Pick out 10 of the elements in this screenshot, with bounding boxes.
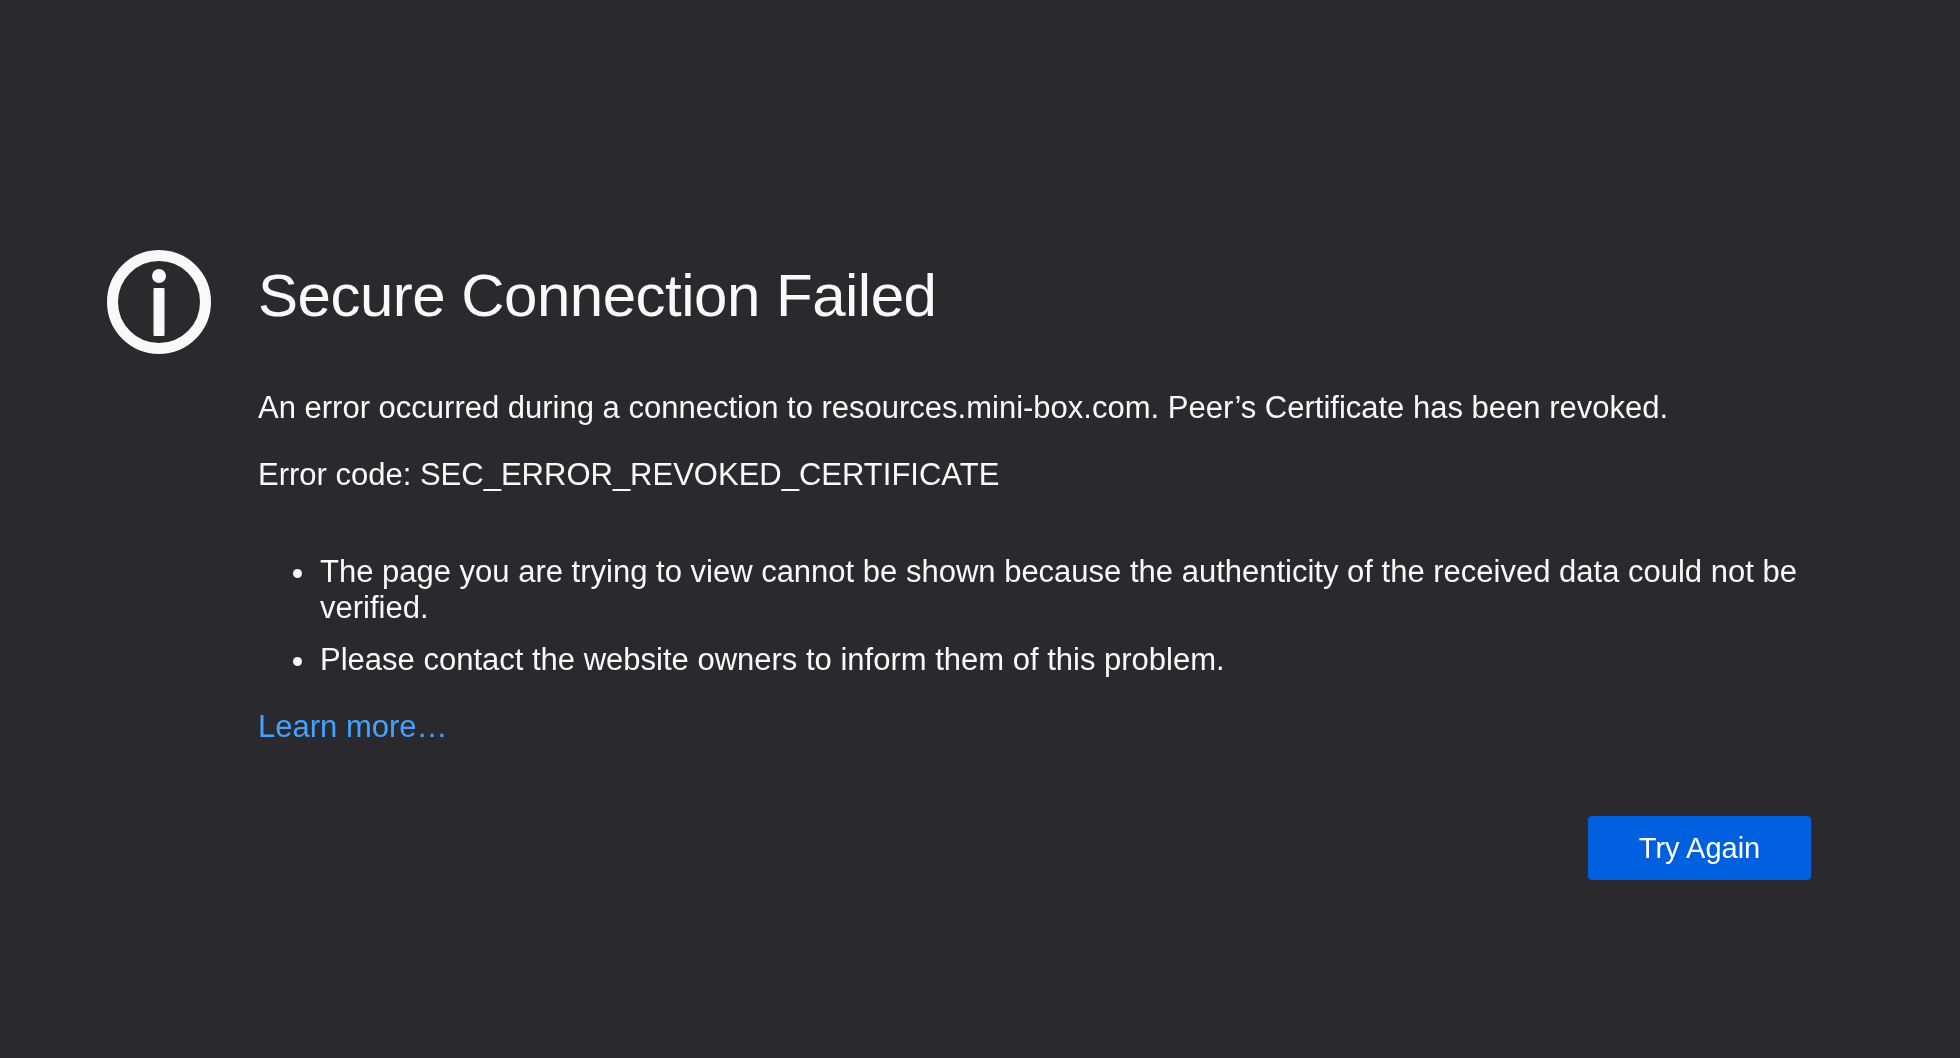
info-icon bbox=[107, 250, 211, 354]
detail-text: The page you are trying to view cannot be shown because the authenticity of the received data could not be verified. bbox=[320, 554, 1798, 626]
try-again-button[interactable]: Try Again bbox=[1588, 816, 1811, 880]
learn-more-link[interactable]: Learn more… bbox=[258, 709, 448, 745]
error-code-text: Error code: SEC_ERROR_REVOKED_CERTIFICATE bbox=[258, 457, 1000, 493]
page-title: Secure Connection Failed bbox=[258, 261, 937, 331]
bullet-icon bbox=[293, 657, 302, 666]
detail-text: Please contact the website owners to inform them of this problem. bbox=[320, 642, 1225, 678]
bullet-icon bbox=[293, 569, 302, 578]
error-message: An error occurred during a connection to resources.mini-box.com. Peer’s Certificate has been revoked. bbox=[258, 390, 1669, 426]
